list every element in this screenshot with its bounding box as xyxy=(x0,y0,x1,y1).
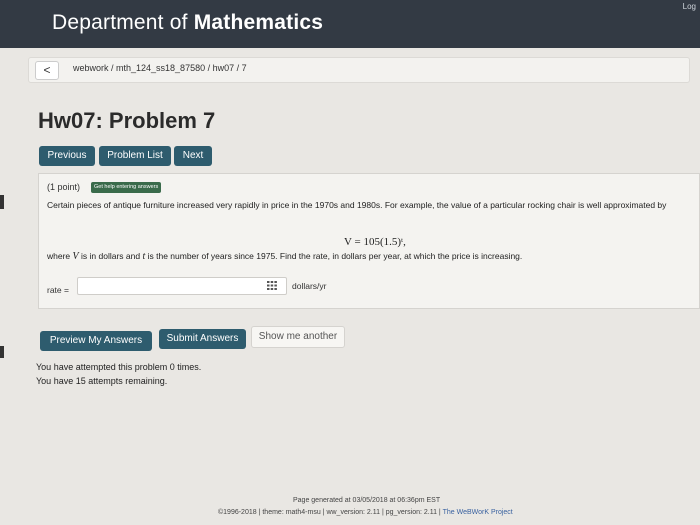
rate-input[interactable] xyxy=(77,277,287,295)
help-entering-answers-button[interactable]: Get help entering answers xyxy=(91,182,162,193)
page-generated-text: Page generated at 03/05/2018 at 06:36pm … xyxy=(293,497,441,504)
side-marker xyxy=(0,195,4,209)
rate-label: rate = xyxy=(47,285,69,295)
ww-version-text: ww_version: 2.11 xyxy=(326,509,381,516)
site-header: Department of Mathematics Log xyxy=(0,0,700,48)
side-marker xyxy=(0,346,4,358)
units-label: dollars/yr xyxy=(292,281,327,291)
points-label: (1 point) xyxy=(47,182,81,192)
problem-equation: V = 105(1.5)ᵗ, xyxy=(344,236,406,248)
page-title: Hw07: Problem 7 xyxy=(38,108,216,133)
next-button[interactable]: Next xyxy=(174,146,212,166)
footer-versions: ©1996-2018 | theme: math4-msu | ww_versi… xyxy=(218,509,513,516)
attempts-made-text: You have attempted this problem 0 times. xyxy=(36,362,202,372)
site-title: Department of Mathematics xyxy=(52,11,324,34)
login-link[interactable]: Log xyxy=(683,2,696,11)
breadcrumb: < webwork / mth_124_ss18_87580 / hw07 / … xyxy=(28,57,690,83)
previous-button[interactable]: Previous xyxy=(39,146,95,166)
equation-editor-icon[interactable] xyxy=(267,281,277,290)
back-button[interactable]: < xyxy=(35,61,59,80)
problem-statement: Certain pieces of antique furniture incr… xyxy=(47,200,667,210)
webwork-project-link[interactable]: The WeBWorK Project xyxy=(443,509,513,516)
problem-where-line: where V is in dollars and t is the numbe… xyxy=(47,251,523,262)
attempts-remaining-text: You have 15 attempts remaining. xyxy=(36,376,168,386)
theme-text: theme: math4-msu xyxy=(262,509,321,516)
preview-answers-button[interactable]: Preview My Answers xyxy=(40,331,152,351)
submit-answers-button[interactable]: Submit Answers xyxy=(159,329,246,349)
problem-list-button[interactable]: Problem List xyxy=(99,146,171,166)
show-another-button[interactable]: Show me another xyxy=(251,326,345,348)
breadcrumb-path[interactable]: webwork / mth_124_ss18_87580 / hw07 / 7 xyxy=(73,63,247,73)
problem-panel: (1 point) Get help entering answers Cert… xyxy=(38,173,700,309)
pg-version-text: pg_version: 2.11 xyxy=(385,509,437,516)
copyright-text: ©1996-2018 xyxy=(218,509,257,516)
